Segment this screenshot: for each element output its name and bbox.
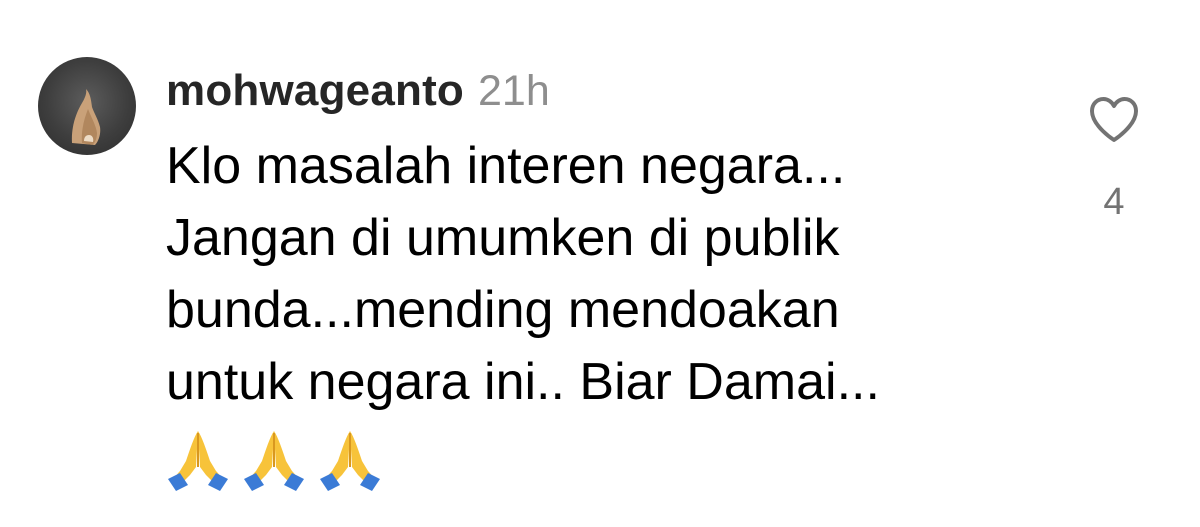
comment-text-line: bunda...mending mendoakan <box>166 281 840 339</box>
like-count[interactable]: 4 <box>1086 180 1142 224</box>
emoji-row <box>166 420 1026 492</box>
comment-text-line: untuk negara ini.. Biar Damai... <box>166 353 880 411</box>
comment-meta: mohwageanto 21h <box>166 64 1046 118</box>
comment-text: Klo masalah interen negara... Jangan di … <box>166 130 1026 492</box>
avatar-image <box>71 89 101 145</box>
comment-text-line: Jangan di umumken di publik <box>166 209 840 267</box>
like-control: 4 <box>1086 96 1142 224</box>
avatar[interactable] <box>38 57 136 155</box>
folded-hands-icon <box>320 431 380 492</box>
folded-hands-icon <box>168 431 228 492</box>
timestamp[interactable]: 21h <box>478 67 550 115</box>
heart-outline-icon[interactable] <box>1088 96 1140 144</box>
folded-hands-icon <box>244 431 304 492</box>
comment-body: mohwageanto 21h Klo masalah interen negar… <box>166 64 1046 492</box>
comment-item: mohwageanto 21h Klo masalah interen negar… <box>0 0 1200 527</box>
comment-text-line: Klo masalah interen negara... <box>166 137 846 195</box>
username-link[interactable]: mohwageanto <box>166 66 464 115</box>
